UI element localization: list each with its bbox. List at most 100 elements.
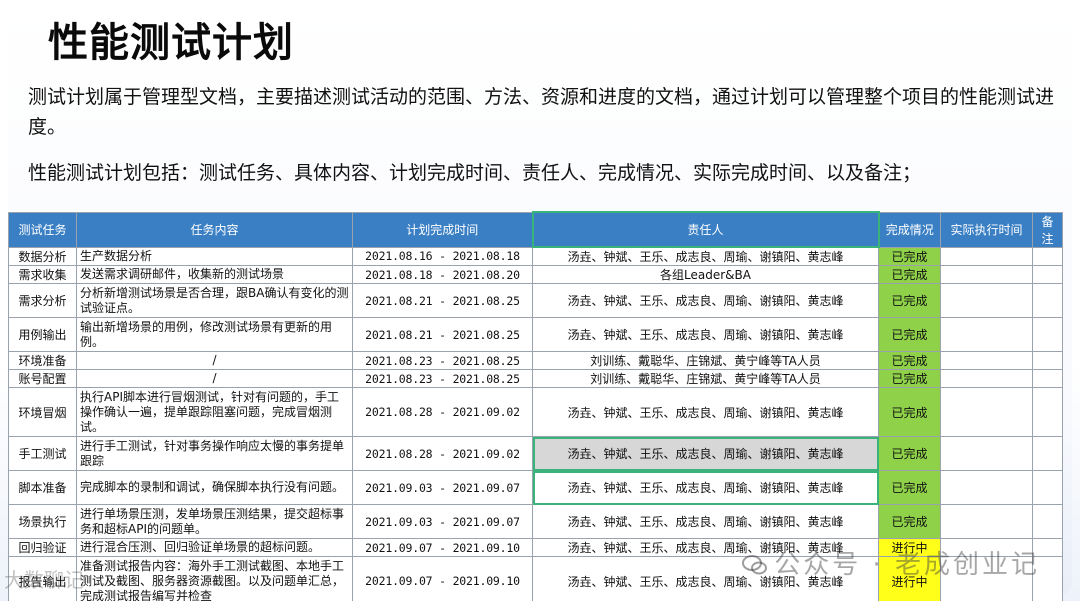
cell-content: 执行API脚本进行冒烟测试，针对有问题的，手工操作确认一遍，提单跟踪阻塞问题，完… bbox=[76, 387, 353, 437]
cell-owner: 汤垚、钟斌、王乐、成志良、周瑜、谢镇阳、黄志峰 bbox=[532, 283, 879, 318]
cell-status: 已完成 bbox=[878, 246, 941, 266]
header-owner: 责任人 bbox=[531, 211, 880, 248]
cell-actual-time bbox=[940, 504, 1033, 539]
cell-task: 环境冒烟 bbox=[8, 387, 77, 437]
cell-plan-time: 2021.09.03 - 2021.09.07 bbox=[352, 504, 533, 539]
watermark-left: 大数聊记 bbox=[4, 568, 84, 592]
cell-task: 需求分析 bbox=[8, 283, 77, 318]
cell-plan-time: 2021.08.28 - 2021.09.02 bbox=[352, 436, 533, 471]
cell-note bbox=[1032, 470, 1063, 505]
cell-note bbox=[1032, 317, 1063, 352]
table-row: 脚本准备 完成脚本的录制和调试，确保脚本执行没有问题。 2021.09.03 -… bbox=[8, 470, 1063, 505]
header-note: 备注 bbox=[1032, 211, 1063, 248]
cell-content: 分析新增测试场景是否合理，跟BA确认有变化的测试验证点。 bbox=[76, 283, 353, 318]
cell-status: 已完成 bbox=[878, 387, 941, 437]
table-row: 用例输出 输出新增场景的用例，修改测试场景有更新的用例。 2021.08.21 … bbox=[8, 317, 1063, 352]
cell-task: 用例输出 bbox=[8, 317, 77, 352]
cell-task: 脚本准备 bbox=[8, 470, 77, 505]
cell-task: 手工测试 bbox=[8, 436, 77, 471]
cell-task: 环境准备 bbox=[8, 351, 77, 370]
cell-plan-time: 2021.08.21 - 2021.08.25 bbox=[352, 317, 533, 352]
cell-owner: 汤垚、钟斌、王乐、成志良、周瑜、谢镇阳、黄志峰 bbox=[532, 470, 879, 505]
watermark-text: 公众号 · 老成创业记 bbox=[774, 550, 1040, 580]
table-header-row: 测试任务 任务内容 计划完成时间 责任人 完成情况 实际执行时间 备注 bbox=[8, 211, 1063, 248]
cell-plan-time: 2021.08.18 - 2021.08.20 bbox=[352, 265, 533, 284]
cell-plan-time: 2021.08.23 - 2021.08.25 bbox=[352, 369, 533, 388]
header-content: 任务内容 bbox=[76, 211, 353, 248]
cell-note bbox=[1032, 283, 1063, 318]
table-row: 场景执行 进行单场景压测，发单场景压测结果，提交超标事务和超标API的问题单。 … bbox=[8, 504, 1063, 539]
cell-status: 已完成 bbox=[878, 470, 941, 505]
cell-content: 发送需求调研邮件，收集新的测试场景 bbox=[76, 265, 353, 284]
cell-actual-time bbox=[940, 470, 1033, 505]
table-row: 环境准备 / 2021.08.23 - 2021.08.25 刘训练、戴聪华、庄… bbox=[8, 351, 1063, 370]
cell-content: 输出新增场景的用例，修改测试场景有更新的用例。 bbox=[76, 317, 353, 352]
cell-plan-time: 2021.08.21 - 2021.08.25 bbox=[352, 283, 533, 318]
watermark: 公众号 · 老成创业记 bbox=[742, 544, 1040, 581]
table-row: 账号配置 / 2021.08.23 - 2021.08.25 刘训练、戴聪华、庄… bbox=[8, 369, 1063, 388]
cell-task: 需求收集 bbox=[8, 265, 77, 284]
cell-note bbox=[1032, 265, 1063, 284]
cell-owner: 汤垚、钟斌、王乐、成志良、周瑜、谢镇阳、黄志峰 bbox=[532, 387, 879, 437]
cell-actual-time bbox=[940, 283, 1033, 318]
cell-content: / bbox=[76, 351, 353, 370]
cell-status: 已完成 bbox=[878, 283, 941, 318]
cell-owner: 汤垚、钟斌、王乐、成志良、周瑜、谢镇阳、黄志峰 bbox=[532, 317, 879, 352]
cell-owner-selected: 汤垚、钟斌、王乐、成志良、周瑜、谢镇阳、黄志峰 bbox=[532, 436, 879, 471]
intro-paragraph: 测试计划属于管理型文档，主要描述测试活动的范围、方法、资源和进度的文档，通过计划… bbox=[28, 86, 1055, 138]
cell-task: 数据分析 bbox=[8, 246, 77, 266]
cell-status: 已完成 bbox=[878, 317, 941, 352]
cell-plan-time: 2021.09.07 - 2021.09.10 bbox=[352, 538, 533, 557]
cell-note bbox=[1032, 436, 1063, 471]
cell-status: 已完成 bbox=[878, 436, 941, 471]
cell-actual-time bbox=[940, 265, 1033, 284]
table-row: 手工测试 进行手工测试，针对事务操作响应太慢的事务提单跟踪 2021.08.28… bbox=[8, 436, 1063, 471]
cell-content: / bbox=[76, 369, 353, 388]
cell-note bbox=[1032, 246, 1063, 266]
cell-plan-time: 2021.08.28 - 2021.09.02 bbox=[352, 387, 533, 437]
cell-actual-time bbox=[940, 436, 1033, 471]
cell-actual-time bbox=[940, 351, 1033, 370]
cell-owner: 刘训练、戴聪华、庄锦斌、黄宁峰等TA人员 bbox=[532, 369, 879, 388]
cell-owner: 各组Leader&BA bbox=[532, 265, 879, 284]
cell-plan-time: 2021.08.23 - 2021.08.25 bbox=[352, 351, 533, 370]
cell-plan-time: 2021.09.03 - 2021.09.07 bbox=[352, 470, 533, 505]
cell-content: 准备测试报告内容：海外手工测试截图、本地手工测试及截图、服务器资源截图。以及问题… bbox=[76, 556, 353, 601]
header-task: 测试任务 bbox=[8, 211, 77, 248]
header-status: 完成情况 bbox=[878, 211, 941, 248]
cell-status: 已完成 bbox=[878, 369, 941, 388]
cell-content: 进行混合压测、回归验证单场景的超标问题。 bbox=[76, 538, 353, 557]
table-row: 数据分析 生产数据分析 2021.08.16 - 2021.08.18 汤垚、钟… bbox=[8, 246, 1063, 266]
header-plan-time: 计划完成时间 bbox=[352, 211, 533, 248]
cell-actual-time bbox=[940, 317, 1033, 352]
cell-actual-time bbox=[940, 246, 1033, 266]
table-row: 需求收集 发送需求调研邮件，收集新的测试场景 2021.08.18 - 2021… bbox=[8, 265, 1063, 284]
cell-content: 完成脚本的录制和调试，确保脚本执行没有问题。 bbox=[76, 470, 353, 505]
cell-plan-time: 2021.09.07 - 2021.09.10 bbox=[352, 556, 533, 601]
cell-plan-time: 2021.08.16 - 2021.08.18 bbox=[352, 246, 533, 266]
cell-content: 进行手工测试，针对事务操作响应太慢的事务提单跟踪 bbox=[76, 436, 353, 471]
cell-task: 账号配置 bbox=[8, 369, 77, 388]
cell-task: 回归验证 bbox=[8, 538, 77, 557]
header-actual-time: 实际执行时间 bbox=[940, 211, 1033, 248]
table-row: 需求分析 分析新增测试场景是否合理，跟BA确认有变化的测试验证点。 2021.0… bbox=[8, 283, 1063, 318]
cell-note bbox=[1032, 369, 1063, 388]
cell-actual-time bbox=[940, 369, 1033, 388]
cell-content: 生产数据分析 bbox=[76, 246, 353, 266]
cell-status: 已完成 bbox=[878, 265, 941, 284]
wechat-icon bbox=[742, 555, 768, 575]
cell-status: 已完成 bbox=[878, 504, 941, 539]
cell-owner: 汤垚、钟斌、王乐、成志良、周瑜、谢镇阳、黄志峰 bbox=[532, 504, 879, 539]
cell-owner: 汤垚、钟斌、王乐、成志良、周瑜、谢镇阳、黄志峰 bbox=[532, 246, 879, 266]
test-plan-table: 测试任务 任务内容 计划完成时间 责任人 完成情况 实际执行时间 备注 数据分析… bbox=[8, 211, 1063, 601]
cell-note bbox=[1032, 504, 1063, 539]
cell-content: 进行单场景压测，发单场景压测结果，提交超标事务和超标API的问题单。 bbox=[76, 504, 353, 539]
table-row: 环境冒烟 执行API脚本进行冒烟测试，针对有问题的，手工操作确认一遍，提单跟踪阻… bbox=[8, 387, 1063, 437]
cell-note bbox=[1032, 387, 1063, 437]
cell-actual-time bbox=[940, 387, 1033, 437]
page-title: 性能测试计划 bbox=[48, 20, 294, 66]
cell-owner: 刘训练、戴聪华、庄锦斌、黄宁峰等TA人员 bbox=[532, 351, 879, 370]
cell-status: 已完成 bbox=[878, 351, 941, 370]
cell-task: 场景执行 bbox=[8, 504, 77, 539]
cell-note bbox=[1032, 351, 1063, 370]
